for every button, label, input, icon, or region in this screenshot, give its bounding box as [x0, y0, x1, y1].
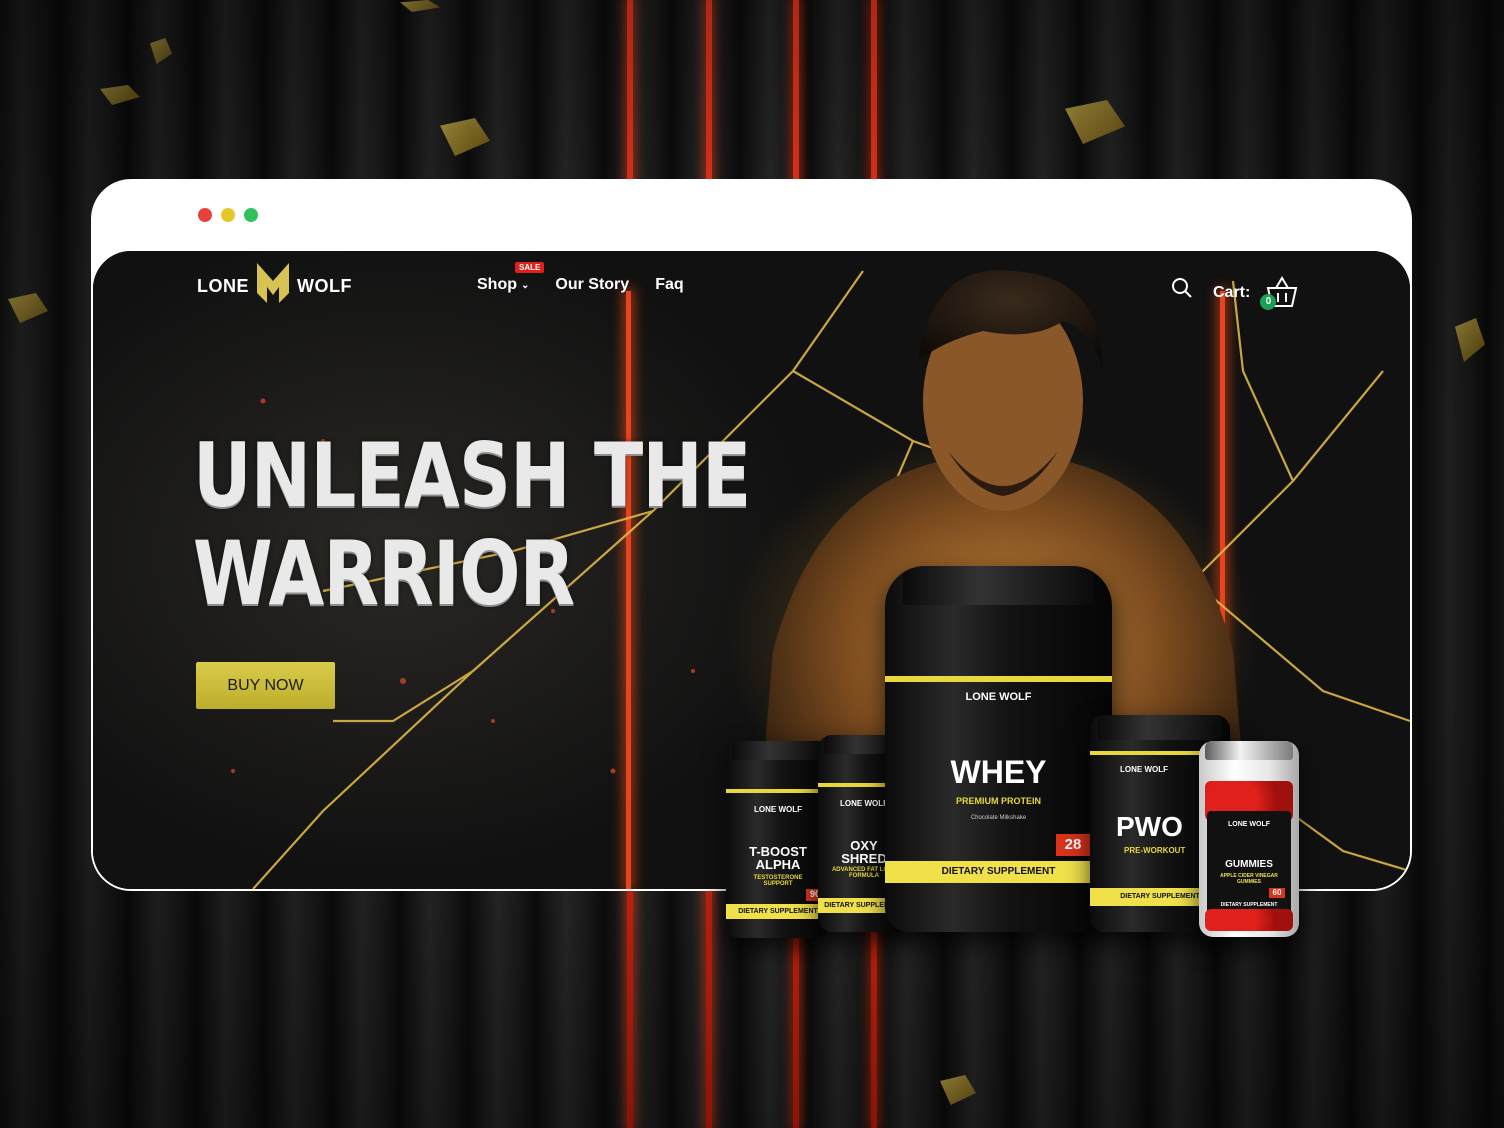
nav-shop-label: Shop [477, 276, 517, 293]
product-sub: TESTOSTERONE SUPPORT [753, 875, 803, 887]
sale-badge: SALE [515, 262, 545, 273]
chevron-down-icon: ⌄ [521, 279, 530, 291]
nav-our-story-label: Our Story [555, 276, 630, 293]
minimize-dot[interactable] [221, 208, 235, 222]
product-band: DIETARY SUPPLEMENT [726, 904, 830, 919]
maximize-dot[interactable] [244, 208, 258, 222]
close-dot[interactable] [198, 208, 212, 222]
nav-faq-label: Faq [655, 276, 684, 293]
nav-our-story[interactable]: Our Story [555, 276, 629, 294]
logo-text-left: LONE [197, 275, 250, 296]
product-count: 28 [1056, 834, 1090, 856]
product-whey[interactable]: LONE WOLF WHEY PREMIUM PROTEIN Chocolate… [885, 566, 1112, 932]
product-brand: LONE WOLF [754, 805, 802, 814]
product-sub: APPLE CIDER VINEGAR GUMMIES [1220, 873, 1278, 885]
product-brand: LONE WOLF [1228, 821, 1270, 828]
cart-button[interactable]: Cart: 0 [1213, 276, 1300, 310]
search-icon[interactable] [1171, 277, 1193, 299]
product-name: GUMMIES [1225, 859, 1273, 870]
product-tboost[interactable]: LONE WOLF T-BOOST ALPHA TESTOSTERONE SUP… [726, 741, 830, 938]
product-gummies[interactable]: LONE WOLF GUMMIES APPLE CIDER VINEGAR GU… [1199, 741, 1299, 937]
logo-text-right: WOLF [297, 275, 352, 296]
product-sub: PREMIUM PROTEIN [955, 796, 1041, 806]
product-brand: LONE WOLF [965, 691, 1032, 703]
hero-headline-line2: WARRIOR [193, 522, 575, 625]
hero-headline: UNLEASH THE WARRIOR [193, 424, 751, 625]
buy-now-button[interactable]: BUY NOW [196, 662, 335, 709]
brand-logo[interactable]: LONE WOLF [197, 263, 352, 309]
product-flavor: Chocolate Milkshake [970, 815, 1027, 821]
product-band: DIETARY SUPPLEMENT [885, 861, 1112, 883]
product-name: WHEY [950, 754, 1047, 790]
wolf-logo-icon [257, 263, 290, 303]
hero-headline-line1: UNLEASH THE [193, 424, 751, 527]
product-count: 60 [1269, 888, 1285, 898]
main-nav: Shop ⌄ SALE Our Story Faq [477, 262, 684, 294]
window-controls [198, 208, 258, 222]
nav-shop[interactable]: Shop ⌄ SALE [477, 262, 545, 294]
cart-label: Cart: [1213, 284, 1251, 301]
cart-icon-wrap: 0 [1260, 276, 1300, 310]
product-name: T-BOOST ALPHA [749, 844, 807, 872]
nav-faq[interactable]: Faq [655, 276, 683, 294]
